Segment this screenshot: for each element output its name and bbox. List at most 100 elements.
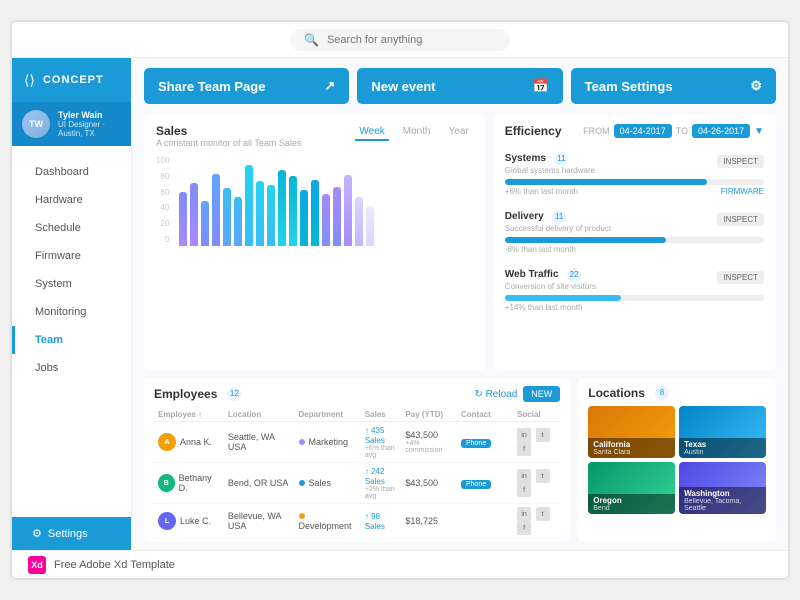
dept-dot <box>299 439 305 445</box>
date-range: FROM 04-24-2017 TO 04-26-2017 ▼ <box>583 124 764 138</box>
chart-area <box>175 156 378 246</box>
tab-week[interactable]: Week <box>355 124 388 141</box>
eff-label: FIRMWARE <box>721 187 764 196</box>
main-content: Share Team Page ↗ New event 📅 Team Setti… <box>132 58 788 550</box>
emp-contact <box>457 504 513 539</box>
sidebar-item-hardware[interactable]: Hardware <box>12 186 131 214</box>
loc-label: Texas Austin <box>679 438 766 458</box>
action-cards: Share Team Page ↗ New event 📅 Team Setti… <box>132 58 788 114</box>
inspect-button[interactable]: INSPECT <box>717 213 764 226</box>
search-input[interactable] <box>327 34 496 46</box>
table-row: S Stephen O. Santa Clara, CA USA Sales ↑… <box>154 539 560 543</box>
emp-sales: ↑ 98 Sales <box>361 504 402 539</box>
to-date[interactable]: 04-26-2017 <box>692 124 750 138</box>
sidebar-item-schedule[interactable]: Schedule <box>12 214 131 242</box>
chart-bar <box>245 165 253 246</box>
eff-bar-bg <box>505 179 764 185</box>
emp-name: Bethany D. <box>179 473 220 493</box>
col-pay: Pay (YTD) <box>401 408 457 422</box>
inspect-button[interactable]: INSPECT <box>717 155 764 168</box>
chart-bar <box>212 174 220 246</box>
facebook-icon[interactable]: f <box>517 521 531 535</box>
linkedin-icon[interactable]: in <box>517 507 531 521</box>
sidebar-nav: Dashboard Hardware Schedule Firmware Sys… <box>12 146 131 517</box>
employees-title: Employees <box>154 387 217 401</box>
reload-button[interactable]: ↻ Reload <box>474 389 517 400</box>
chart-bar <box>234 197 242 247</box>
emp-name-cell: L Luke C. <box>154 504 224 539</box>
emp-name: Anna K. <box>180 437 212 447</box>
sidebar-item-firmware[interactable]: Firmware <box>12 242 131 270</box>
emp-pay: $43,500 <box>401 463 457 504</box>
chevron-down-icon[interactable]: ▼ <box>754 126 764 137</box>
sales-title: Sales <box>156 124 301 138</box>
sidebar-item-team[interactable]: Team <box>12 326 131 354</box>
phone-button[interactable]: Phone <box>461 439 491 448</box>
tab-year[interactable]: Year <box>445 124 473 141</box>
share-team-page-card[interactable]: Share Team Page ↗ <box>144 68 349 104</box>
new-employee-button[interactable]: NEW <box>523 386 560 402</box>
eff-bar-fill <box>505 179 707 185</box>
sales-panel: Sales A constant monitor of all Team Sal… <box>144 114 485 370</box>
top-bar: 🔍 <box>12 22 788 58</box>
locations-count: 8 <box>655 386 669 400</box>
twitter-icon[interactable]: t <box>536 507 550 521</box>
sidebar-item-system[interactable]: System <box>12 270 131 298</box>
from-label: FROM <box>583 126 610 136</box>
sidebar-item-jobs[interactable]: Jobs <box>12 354 131 382</box>
locations-panel: Locations 8 California Santa Clara Texas… <box>578 378 776 542</box>
facebook-icon[interactable]: f <box>517 442 531 456</box>
eff-item-title: Delivery <box>505 211 544 222</box>
eff-bar-bg <box>505 237 764 243</box>
location-thumbnail[interactable]: Oregon Bend <box>588 462 675 514</box>
loc-label: Oregon Bend <box>588 494 675 514</box>
loc-label: Washington Bellevue, Tacoma, Seattle <box>679 487 766 514</box>
efficiency-item: Delivery 11 Successful delivery of produ… <box>505 206 764 254</box>
settings-button[interactable]: ⚙ Settings <box>12 517 131 550</box>
app-title: CONCEPT <box>43 74 104 86</box>
sidebar-item-dashboard[interactable]: Dashboard <box>12 158 131 186</box>
table-row: L Luke C. Bellevue, WA USA Development ↑… <box>154 504 560 539</box>
search-box[interactable]: 🔍 <box>290 29 510 51</box>
location-thumbnail[interactable]: Texas Austin <box>679 406 766 458</box>
emp-name-cell: B Bethany D. <box>154 463 224 504</box>
eff-bar-fill <box>505 237 666 243</box>
chart-bar <box>201 201 209 246</box>
eff-item-title: Web Traffic <box>505 269 559 280</box>
emp-pay: $53,000 +10% commission <box>401 539 457 543</box>
facebook-icon[interactable]: f <box>517 483 531 497</box>
location-thumbnail[interactable]: Washington Bellevue, Tacoma, Seattle <box>679 462 766 514</box>
phone-button[interactable]: Phone <box>461 480 491 489</box>
location-thumbnail[interactable]: California Santa Clara <box>588 406 675 458</box>
emp-sales: ↑ 242 Sales +2% than avg <box>361 463 402 504</box>
sales-sub: +2% than avg <box>365 486 398 500</box>
twitter-icon[interactable]: t <box>536 428 550 442</box>
sales-sub: +6% than avg <box>365 445 398 459</box>
bottom-row: Employees 12 ↻ Reload NEW Employee ↑ <box>132 370 788 550</box>
eff-bar-bg <box>505 295 764 301</box>
emp-dept: Sales <box>295 539 361 543</box>
xd-icon: Xd <box>28 556 46 574</box>
emp-name-cell: S Stephen O. <box>154 539 224 543</box>
linkedin-icon[interactable]: in <box>517 428 531 442</box>
eff-item-subtitle: Conversion of site visitors <box>505 282 596 291</box>
emp-contact <box>457 539 513 543</box>
eff-pct: +14% than last month <box>505 303 583 312</box>
inspect-button[interactable]: INSPECT <box>717 271 764 284</box>
col-social: Social <box>513 408 560 422</box>
eff-meta: +6% than last month FIRMWARE <box>505 187 764 196</box>
emp-social: in t f <box>513 463 560 504</box>
user-name: Tyler Wain <box>58 110 121 120</box>
efficiency-item: Systems 11 Global systems hardware INSPE… <box>505 148 764 196</box>
twitter-icon[interactable]: t <box>536 469 550 483</box>
chart-bar <box>311 180 319 246</box>
team-settings-card[interactable]: Team Settings ⚙ <box>571 68 776 104</box>
sidebar-item-monitoring[interactable]: Monitoring <box>12 298 131 326</box>
new-event-card[interactable]: New event 📅 <box>357 68 562 104</box>
linkedin-icon[interactable]: in <box>517 469 531 483</box>
chart-bar <box>300 190 308 246</box>
card-label: Share Team Page <box>158 79 265 94</box>
tab-month[interactable]: Month <box>399 124 435 141</box>
from-date[interactable]: 04-24-2017 <box>614 124 672 138</box>
chart-bar <box>333 187 341 246</box>
